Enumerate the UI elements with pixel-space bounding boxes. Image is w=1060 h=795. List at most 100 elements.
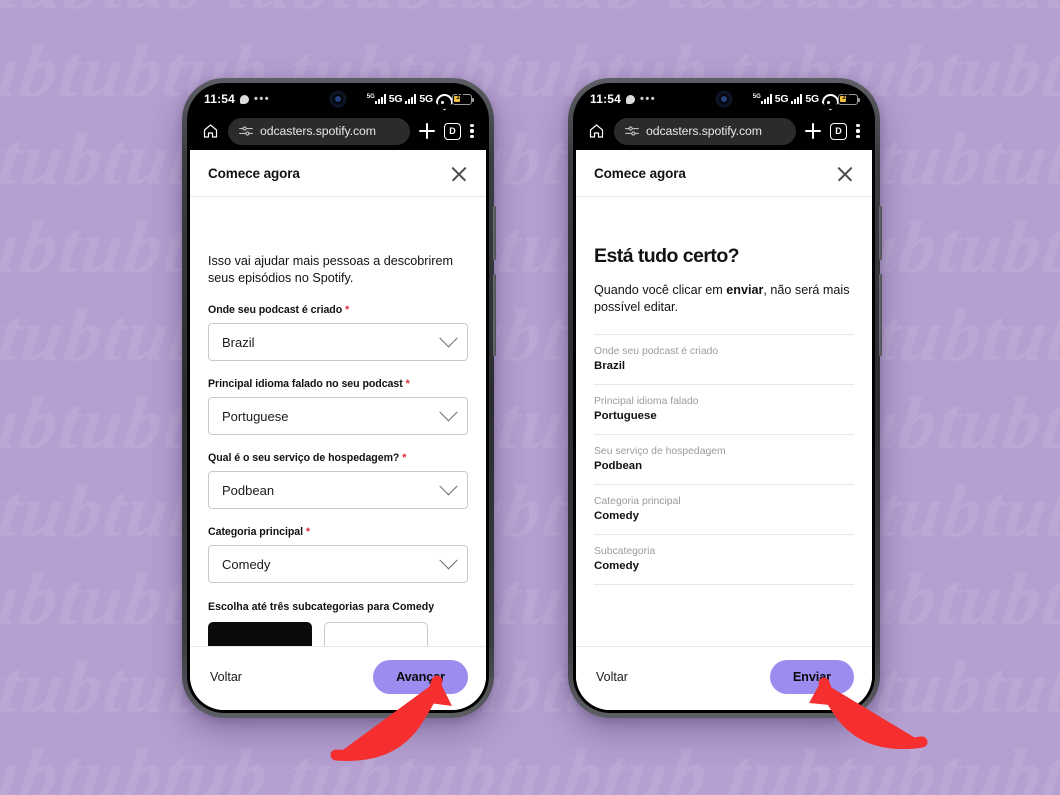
subcategory-label: Escolha até três subcategorias para Come… xyxy=(208,601,435,614)
browser-toolbar: odcasters.spotify.com D xyxy=(576,112,872,150)
modal-header: Comece agora xyxy=(190,150,486,197)
field-label-text: Onde seu podcast é criado xyxy=(208,304,343,317)
required-asterisk: * xyxy=(405,378,410,391)
status-bar: 11:54 ••• 5G 5G 5G 10 xyxy=(190,86,486,112)
home-icon[interactable] xyxy=(588,123,605,139)
subcategory-chip-list: Comedy Improv xyxy=(208,622,468,646)
wifi-icon xyxy=(822,94,835,104)
network-label-2: 5G xyxy=(419,93,433,105)
back-button[interactable]: Voltar xyxy=(594,666,630,688)
summary-row: Subcategoria Comedy xyxy=(594,533,854,585)
field-label: Qual é o seu serviço de hospedagem? * xyxy=(208,452,468,464)
web-page-right: Comece agora Está tudo certo? Quando voc… xyxy=(576,150,872,710)
status-bar: 11:54 ••• 5G 5G 5G 10 xyxy=(576,86,872,112)
select-value: Comedy xyxy=(222,556,271,572)
phone-mockup-left: 11:54 ••• 5G 5G 5G 10 odcasters.spotify.… xyxy=(182,78,496,718)
power-button[interactable] xyxy=(493,206,496,260)
subcategory-chip-improv[interactable]: Improv xyxy=(324,622,428,646)
phone-screen-left: 11:54 ••• 5G 5G 5G 10 odcasters.spotify.… xyxy=(190,86,486,710)
summary-key: Subcategoria xyxy=(594,545,656,557)
summary-row: Seu serviço de hospedagem Podbean xyxy=(594,433,854,484)
modal-footer: Voltar Avançar xyxy=(190,646,486,710)
summary-subtitle: Quando você clicar em enviar, não será m… xyxy=(594,282,854,317)
field-label-text: Categoria principal xyxy=(208,526,304,539)
overflow-menu-icon[interactable] xyxy=(856,123,860,139)
tab-switcher-icon[interactable]: D xyxy=(830,122,847,140)
signal-icon-2 xyxy=(791,94,803,104)
phone-mockup-right: 11:54 ••• 5G 5G 5G 10 odcasters.spotify.… xyxy=(568,78,882,718)
signal-icon-1: 5G xyxy=(367,94,386,104)
notification-dot-icon xyxy=(626,94,636,104)
form-body: Isso vai ajudar mais pessoas a descobrir… xyxy=(190,197,486,646)
summary-key: Categoria principal xyxy=(594,495,681,507)
submit-button[interactable]: Enviar xyxy=(769,660,854,694)
field-country: Onde seu podcast é criado * Brazil xyxy=(208,304,468,362)
summary-value: Comedy xyxy=(594,509,639,522)
required-asterisk: * xyxy=(305,526,310,539)
page-title: Comece agora xyxy=(208,166,300,181)
field-label-text: Principal idioma falado no seu podcast xyxy=(208,378,403,391)
page-title: Comece agora xyxy=(594,166,686,181)
select-main-category[interactable]: Comedy xyxy=(208,545,468,584)
phone-screen-right: 11:54 ••• 5G 5G 5G 10 odcasters.spotify.… xyxy=(576,86,872,710)
volume-button[interactable] xyxy=(493,274,496,356)
select-language[interactable]: Portuguese xyxy=(208,397,468,436)
more-notifications-icon: ••• xyxy=(254,93,271,105)
select-value: Portuguese xyxy=(222,408,289,424)
signal-icon-2 xyxy=(405,94,417,104)
field-label: Principal idioma falado no seu podcast * xyxy=(208,378,468,390)
summary-key: Onde seu podcast é criado xyxy=(594,345,719,357)
volume-button[interactable] xyxy=(879,274,882,356)
page-info-icon xyxy=(625,126,639,136)
close-icon[interactable] xyxy=(449,164,468,183)
required-asterisk: * xyxy=(345,304,350,317)
network-label-1: 5G xyxy=(774,93,789,105)
summary-value: Brazil xyxy=(594,359,626,372)
power-button[interactable] xyxy=(879,206,882,260)
modal-header: Comece agora xyxy=(576,150,872,197)
more-notifications-icon: ••• xyxy=(640,93,657,105)
url-text: odcasters.spotify.com xyxy=(646,124,762,138)
close-icon[interactable] xyxy=(835,164,854,183)
url-bar[interactable]: odcasters.spotify.com xyxy=(228,117,410,145)
front-camera-icon xyxy=(717,92,731,106)
wifi-icon xyxy=(436,94,449,104)
new-tab-icon[interactable] xyxy=(805,123,821,139)
form-intro-text: Isso vai ajudar mais pessoas a descobrir… xyxy=(208,254,453,286)
summary-sub-bold: enviar xyxy=(726,283,764,297)
summary-title: Está tudo certo? xyxy=(594,245,740,267)
summary-row: Categoria principal Comedy xyxy=(594,483,854,534)
back-button[interactable]: Voltar xyxy=(208,666,244,688)
page-info-icon xyxy=(239,126,253,136)
field-label-text: Qual é o seu serviço de hospedagem? xyxy=(208,452,400,465)
summary-body: Está tudo certo? Quando você clicar em e… xyxy=(576,197,872,646)
summary-value: Podbean xyxy=(594,459,643,472)
summary-sub-before: Quando você clicar em xyxy=(594,283,727,297)
next-button[interactable]: Avançar xyxy=(373,660,468,694)
summary-row: Principal idioma falado Portuguese xyxy=(594,383,854,434)
modal-footer: Voltar Enviar xyxy=(576,646,872,710)
overflow-menu-icon[interactable] xyxy=(470,123,474,139)
select-value: Podbean xyxy=(222,482,275,498)
select-value: Brazil xyxy=(222,334,255,350)
chevron-down-icon xyxy=(439,476,458,496)
status-time: 11:54 xyxy=(204,92,236,106)
home-icon[interactable] xyxy=(202,123,219,139)
url-bar[interactable]: odcasters.spotify.com xyxy=(614,117,796,145)
signal-icon-1: 5G xyxy=(753,94,772,104)
web-page-left: Comece agora Isso vai ajudar mais pessoa… xyxy=(190,150,486,710)
battery-icon: 10 xyxy=(452,93,474,105)
summary-key: Principal idioma falado xyxy=(594,395,699,407)
status-time: 11:54 xyxy=(590,92,622,106)
subcategory-chip-comedy[interactable]: Comedy xyxy=(208,622,312,646)
new-tab-icon[interactable] xyxy=(419,123,435,139)
select-country[interactable]: Brazil xyxy=(208,323,468,362)
tab-switcher-icon[interactable]: D xyxy=(444,122,461,140)
chevron-down-icon xyxy=(439,550,458,570)
phones-stage: 11:54 ••• 5G 5G 5G 10 odcasters.spotify.… xyxy=(0,0,1060,795)
select-hosting[interactable]: Podbean xyxy=(208,471,468,510)
battery-level-label: 10 xyxy=(842,94,850,101)
field-language: Principal idioma falado no seu podcast *… xyxy=(208,378,468,436)
required-asterisk: * xyxy=(402,452,407,465)
browser-toolbar: odcasters.spotify.com D xyxy=(190,112,486,150)
